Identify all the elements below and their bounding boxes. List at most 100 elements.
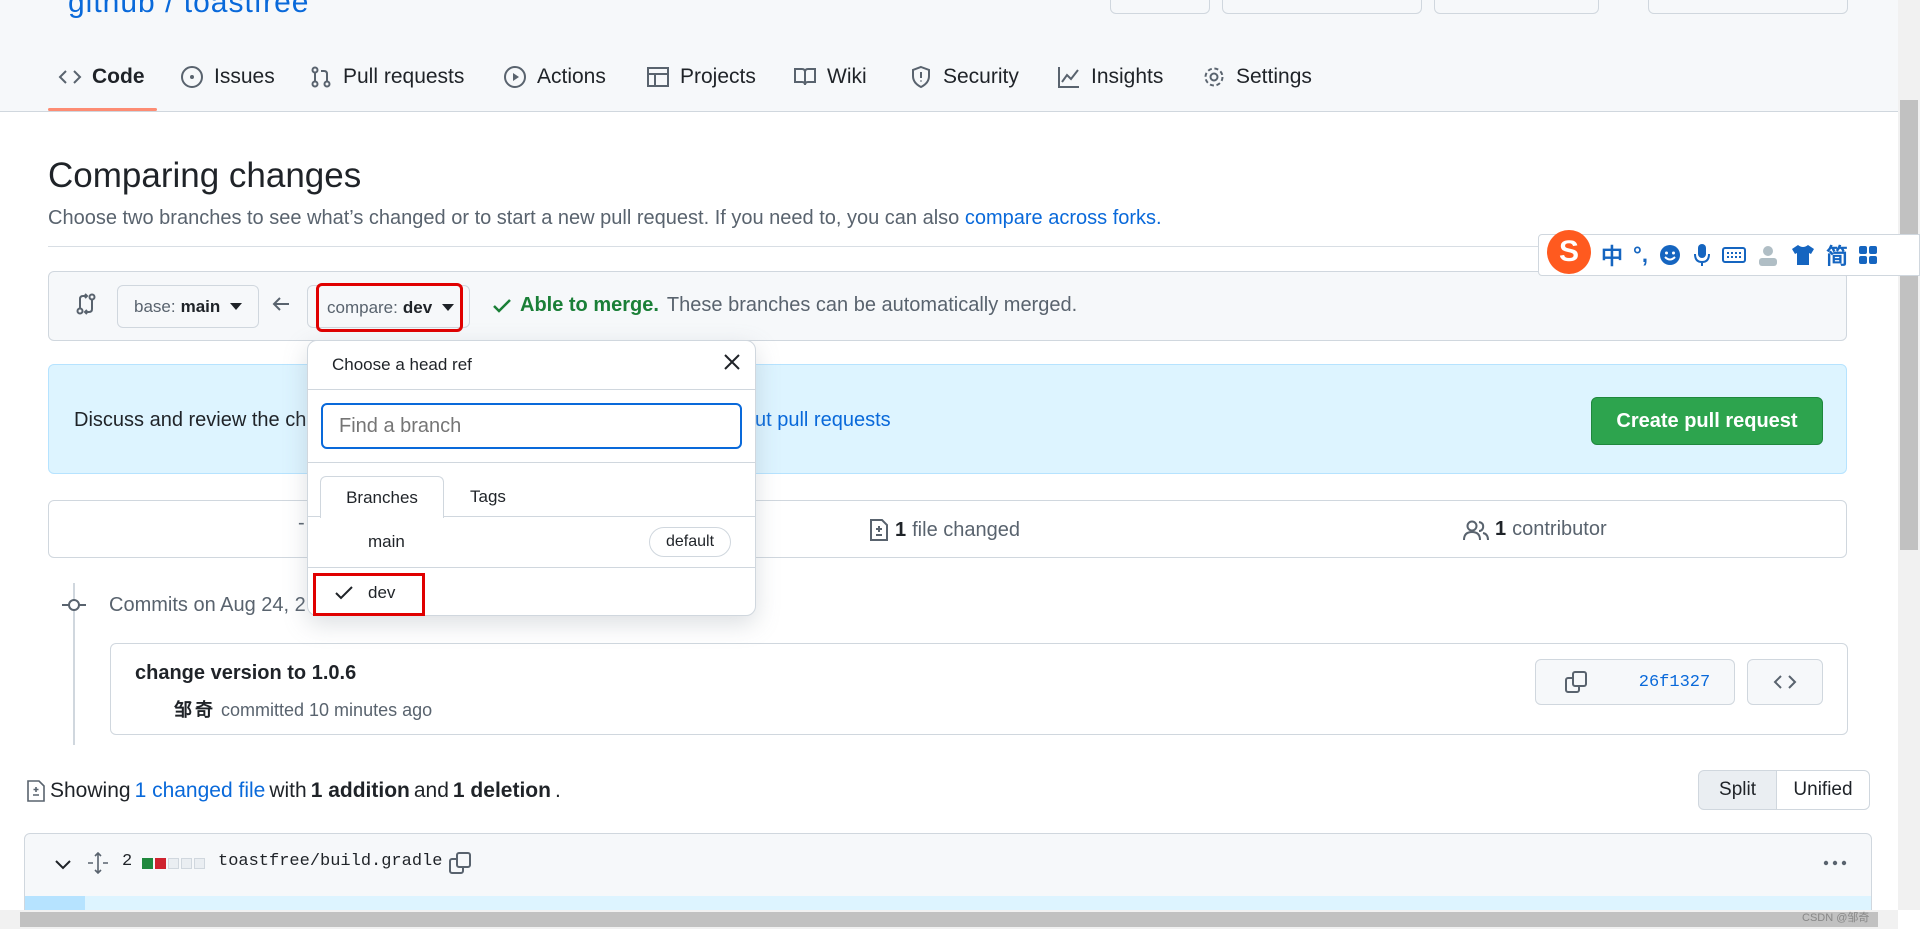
copy-icon	[1564, 671, 1587, 693]
user-icon[interactable]	[1756, 243, 1780, 267]
files-changed-summary[interactable]: 1 file changed	[869, 518, 1020, 542]
toolbox-icon[interactable]	[1858, 245, 1878, 265]
showing-with: with	[269, 779, 307, 802]
arrow-left-icon	[272, 297, 289, 311]
subtitle-text: Choose two branches to see what’s change…	[48, 207, 965, 229]
subtitle-end: .	[1156, 207, 1162, 229]
merge-status-text: These branches can be automatically merg…	[666, 294, 1078, 316]
tab-actions[interactable]: Actions	[503, 55, 606, 99]
ime-simplified[interactable]: 简	[1826, 239, 1848, 271]
close-icon[interactable]	[722, 352, 742, 372]
pull-request-icon	[311, 66, 331, 88]
dropdown-divider	[308, 462, 755, 463]
banner-text: Discuss and review the ch	[74, 409, 307, 431]
tab-label: Code	[92, 65, 145, 88]
file-change-count: 2	[122, 852, 133, 871]
default-badge: default	[649, 527, 731, 557]
compare-forks-link[interactable]: compare across forks	[965, 207, 1156, 229]
watermark: CSDN @邹奇	[1802, 912, 1870, 924]
book-icon	[794, 68, 816, 86]
files-count: 1	[895, 518, 907, 541]
tab-projects[interactable]: Projects	[646, 55, 756, 99]
changed-files-link[interactable]: 1 changed file	[135, 779, 266, 803]
vertical-scroll-thumb[interactable]	[1900, 100, 1918, 550]
compare-branch-button[interactable]: compare: dev	[316, 283, 463, 332]
active-tab-indicator	[48, 108, 157, 111]
tab-label: Issues	[214, 65, 275, 88]
diffstat-deletion	[155, 858, 166, 869]
keyboard-icon[interactable]	[1721, 245, 1746, 265]
files-label: file changed	[912, 518, 1020, 541]
microphone-icon[interactable]	[1692, 242, 1712, 268]
commits-date-heading: Commits on Aug 24, 2	[109, 594, 306, 616]
code-icon	[1773, 675, 1797, 689]
skin-icon[interactable]	[1790, 243, 1816, 267]
base-branch-button[interactable]: base: main	[117, 285, 259, 328]
sponsor-button[interactable]	[1648, 0, 1848, 14]
split-view-button[interactable]: Split	[1698, 770, 1777, 810]
ime-punctuation[interactable]: °,	[1633, 242, 1648, 268]
browse-repo-button[interactable]	[1747, 659, 1823, 705]
diffstat-addition	[142, 858, 153, 869]
showing-end: .	[554, 779, 561, 802]
tab-code[interactable]: Code	[58, 55, 145, 99]
create-pull-request-button[interactable]: Create pull request	[1591, 397, 1823, 445]
tab-label: Projects	[680, 65, 756, 88]
dropdown-divider	[308, 567, 755, 568]
tab-branches[interactable]: Branches	[320, 476, 444, 518]
tab-pull-requests[interactable]: Pull requests	[309, 55, 464, 99]
tab-label: Settings	[1236, 65, 1312, 88]
tab-tags[interactable]: Tags	[470, 487, 506, 507]
commit-sha: 26f1327	[1638, 672, 1711, 692]
caret-down-icon	[442, 304, 455, 311]
watch-button[interactable]	[1110, 0, 1210, 14]
people-icon	[1463, 520, 1489, 540]
branch-search-input[interactable]	[321, 403, 742, 449]
horizontal-scroll-thumb[interactable]	[20, 912, 1878, 927]
kebab-menu-icon[interactable]	[1822, 856, 1848, 870]
compare-icon	[76, 293, 96, 315]
fork-button[interactable]	[1222, 0, 1422, 14]
tab-label: Wiki	[827, 65, 867, 88]
contributors-label: contributor	[1512, 518, 1607, 540]
page-title: Comparing changes	[48, 156, 362, 195]
commit-sha-link[interactable]: 26f1327	[1615, 659, 1735, 705]
ime-chinese-mode[interactable]: 中	[1601, 239, 1623, 271]
code-icon	[58, 70, 82, 84]
pull-requests-help-link[interactable]: ut pull requests	[755, 409, 891, 432]
table-icon	[647, 67, 669, 87]
tab-wiki[interactable]: Wiki	[793, 55, 867, 99]
branch-item-dev[interactable]: dev	[368, 583, 395, 603]
copy-sha-button[interactable]	[1535, 659, 1616, 705]
tab-label: Pull requests	[343, 65, 465, 88]
issue-icon	[181, 66, 203, 88]
repo-title[interactable]: github / toastfree	[68, 0, 309, 20]
additions-count: 1 addition	[310, 779, 410, 802]
copy-icon[interactable]	[448, 851, 472, 875]
file-name[interactable]: toastfree/build.gradle	[218, 852, 442, 871]
emoji-icon[interactable]	[1658, 243, 1682, 267]
unified-view-button[interactable]: Unified	[1776, 770, 1870, 810]
commit-time: committed 10 minutes ago	[221, 700, 433, 720]
branch-item-main[interactable]: main	[368, 532, 405, 552]
tab-insights[interactable]: Insights	[1057, 55, 1163, 99]
commit-title[interactable]: change version to 1.0.6	[135, 662, 356, 685]
showing-and: and	[413, 779, 449, 802]
tab-issues[interactable]: Issues	[180, 55, 275, 99]
dropdown-title: Choose a head ref	[332, 355, 472, 374]
tab-label: Insights	[1091, 65, 1164, 88]
diffstat-neutral	[168, 858, 179, 869]
diff-summary: Showing 1 changed file with 1 addition a…	[26, 779, 561, 803]
tab-settings[interactable]: Settings	[1202, 55, 1312, 99]
star-button[interactable]	[1434, 0, 1599, 14]
showing-prefix: Showing	[50, 779, 131, 802]
diffstat-neutral	[181, 858, 192, 869]
ime-toolbar[interactable]: S 中 °, 简	[1538, 230, 1920, 276]
chevron-down-icon[interactable]	[54, 858, 72, 872]
contributors-summary[interactable]: 1 contributor	[1463, 518, 1607, 541]
merge-status-label: Able to merge.	[520, 294, 659, 316]
tab-security[interactable]: Security	[909, 55, 1019, 99]
expand-all-icon[interactable]	[87, 852, 109, 874]
play-icon	[504, 66, 526, 88]
commit-author[interactable]: 邹奇	[174, 700, 216, 720]
